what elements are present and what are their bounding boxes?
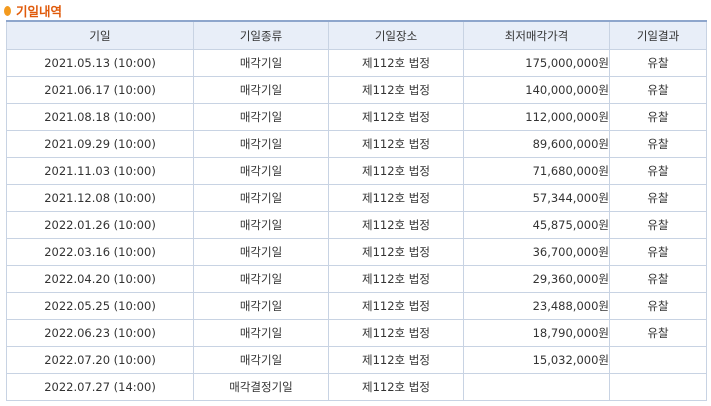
- header-result: 기일결과: [609, 20, 707, 50]
- header-date: 기일: [6, 20, 194, 50]
- cell-min-price: 23,488,000원: [463, 292, 610, 320]
- cell-date: 2022.07.20 (10:00): [6, 346, 194, 374]
- cell-min-price: 15,032,000원: [463, 346, 610, 374]
- cell-result: 유찰: [609, 184, 707, 212]
- cell-min-price: 57,344,000원: [463, 184, 610, 212]
- bullet-icon: [4, 5, 11, 16]
- cell-date: 2022.05.25 (10:00): [6, 292, 194, 320]
- table-row: 2021.05.13 (10:00) 매각기일 제112호 법정 175,000,00…: [6, 49, 707, 77]
- cell-min-price: 140,000,000원: [463, 76, 610, 104]
- cell-result: 유찰: [609, 76, 707, 104]
- header-type: 기일종류: [193, 20, 329, 50]
- table-header-row: 기일 기일종류 기일장소 최저매각가격 기일결과: [6, 20, 707, 50]
- cell-result: 유찰: [609, 211, 707, 239]
- cell-type: 매각기일: [193, 238, 329, 266]
- cell-type: 매각기일: [193, 157, 329, 185]
- cell-place: 제112호 법정: [328, 346, 464, 374]
- table-row: 2022.03.16 (10:00) 매각기일 제112호 법정 36,700,000…: [6, 238, 707, 266]
- cell-type: 매각기일: [193, 76, 329, 104]
- cell-place: 제112호 법정: [328, 292, 464, 320]
- cell-place: 제112호 법정: [328, 319, 464, 347]
- cell-date: 2022.04.20 (10:00): [6, 265, 194, 293]
- cell-result: 유찰: [609, 319, 707, 347]
- cell-result: 유찰: [609, 103, 707, 131]
- cell-type: 매각기일: [193, 49, 329, 77]
- table-row: 2021.11.03 (10:00) 매각기일 제112호 법정 71,680,000…: [6, 157, 707, 185]
- cell-type: 매각기일: [193, 211, 329, 239]
- table-row: 2022.06.23 (10:00) 매각기일 제112호 법정 18,790,000…: [6, 319, 707, 347]
- table-row: 2021.08.18 (10:00) 매각기일 제112호 법정 112,000,00…: [6, 103, 707, 131]
- cell-type: 매각기일: [193, 346, 329, 374]
- cell-date: 2021.06.17 (10:00): [6, 76, 194, 104]
- cell-result: 유찰: [609, 49, 707, 77]
- section-header: 기일내역: [0, 1, 711, 20]
- cell-date: 2021.08.18 (10:00): [6, 103, 194, 131]
- cell-min-price: 36,700,000원: [463, 238, 610, 266]
- cell-min-price: 71,680,000원: [463, 157, 610, 185]
- cell-type: 매각결정기일: [193, 373, 329, 401]
- cell-date: 2022.01.26 (10:00): [6, 211, 194, 239]
- cell-result: 유찰: [609, 238, 707, 266]
- cell-type: 매각기일: [193, 130, 329, 158]
- cell-date: 2022.07.27 (14:00): [6, 373, 194, 401]
- table-row: 2021.09.29 (10:00) 매각기일 제112호 법정 89,600,000…: [6, 130, 707, 158]
- cell-result: [609, 373, 707, 401]
- cell-min-price: [463, 373, 610, 401]
- cell-place: 제112호 법정: [328, 238, 464, 266]
- table-row: 2022.07.27 (14:00) 매각결정기일 제112호 법정: [6, 373, 707, 401]
- cell-place: 제112호 법정: [328, 130, 464, 158]
- cell-min-price: 112,000,000원: [463, 103, 610, 131]
- cell-min-price: 89,600,000원: [463, 130, 610, 158]
- cell-min-price: 18,790,000원: [463, 319, 610, 347]
- cell-type: 매각기일: [193, 103, 329, 131]
- cell-type: 매각기일: [193, 184, 329, 212]
- header-place: 기일장소: [328, 20, 464, 50]
- cell-result: 유찰: [609, 130, 707, 158]
- cell-place: 제112호 법정: [328, 49, 464, 77]
- cell-result: [609, 346, 707, 374]
- cell-date: 2021.12.08 (10:00): [6, 184, 194, 212]
- cell-date: 2021.11.03 (10:00): [6, 157, 194, 185]
- cell-date: 2021.05.13 (10:00): [6, 49, 194, 77]
- table-row: 2022.04.20 (10:00) 매각기일 제112호 법정 29,360,000…: [6, 265, 707, 293]
- cell-place: 제112호 법정: [328, 76, 464, 104]
- table-row: 2022.07.20 (10:00) 매각기일 제112호 법정 15,032,000…: [6, 346, 707, 374]
- cell-result: 유찰: [609, 265, 707, 293]
- cell-min-price: 45,875,000원: [463, 211, 610, 239]
- table-row: 2021.06.17 (10:00) 매각기일 제112호 법정 140,000,00…: [6, 76, 707, 104]
- cell-place: 제112호 법정: [328, 373, 464, 401]
- cell-place: 제112호 법정: [328, 103, 464, 131]
- cell-place: 제112호 법정: [328, 265, 464, 293]
- cell-date: 2022.06.23 (10:00): [6, 319, 194, 347]
- section-title: 기일내역: [16, 4, 63, 19]
- cell-min-price: 175,000,000원: [463, 49, 610, 77]
- cell-min-price: 29,360,000원: [463, 265, 610, 293]
- cell-result: 유찰: [609, 292, 707, 320]
- cell-place: 제112호 법정: [328, 211, 464, 239]
- cell-date: 2021.09.29 (10:00): [6, 130, 194, 158]
- table-row: 2022.05.25 (10:00) 매각기일 제112호 법정 23,488,000…: [6, 292, 707, 320]
- cell-type: 매각기일: [193, 292, 329, 320]
- cell-type: 매각기일: [193, 265, 329, 293]
- cell-result: 유찰: [609, 157, 707, 185]
- header-min-price: 최저매각가격: [463, 20, 610, 50]
- table-row: 2022.01.26 (10:00) 매각기일 제112호 법정 45,875,000…: [6, 211, 707, 239]
- cell-type: 매각기일: [193, 319, 329, 347]
- table-row: 2021.12.08 (10:00) 매각기일 제112호 법정 57,344,000…: [6, 184, 707, 212]
- cell-date: 2022.03.16 (10:00): [6, 238, 194, 266]
- cell-place: 제112호 법정: [328, 157, 464, 185]
- cell-place: 제112호 법정: [328, 184, 464, 212]
- auction-schedule-table: 기일 기일종류 기일장소 최저매각가격 기일결과 2021.05.13 (10:…: [6, 20, 707, 401]
